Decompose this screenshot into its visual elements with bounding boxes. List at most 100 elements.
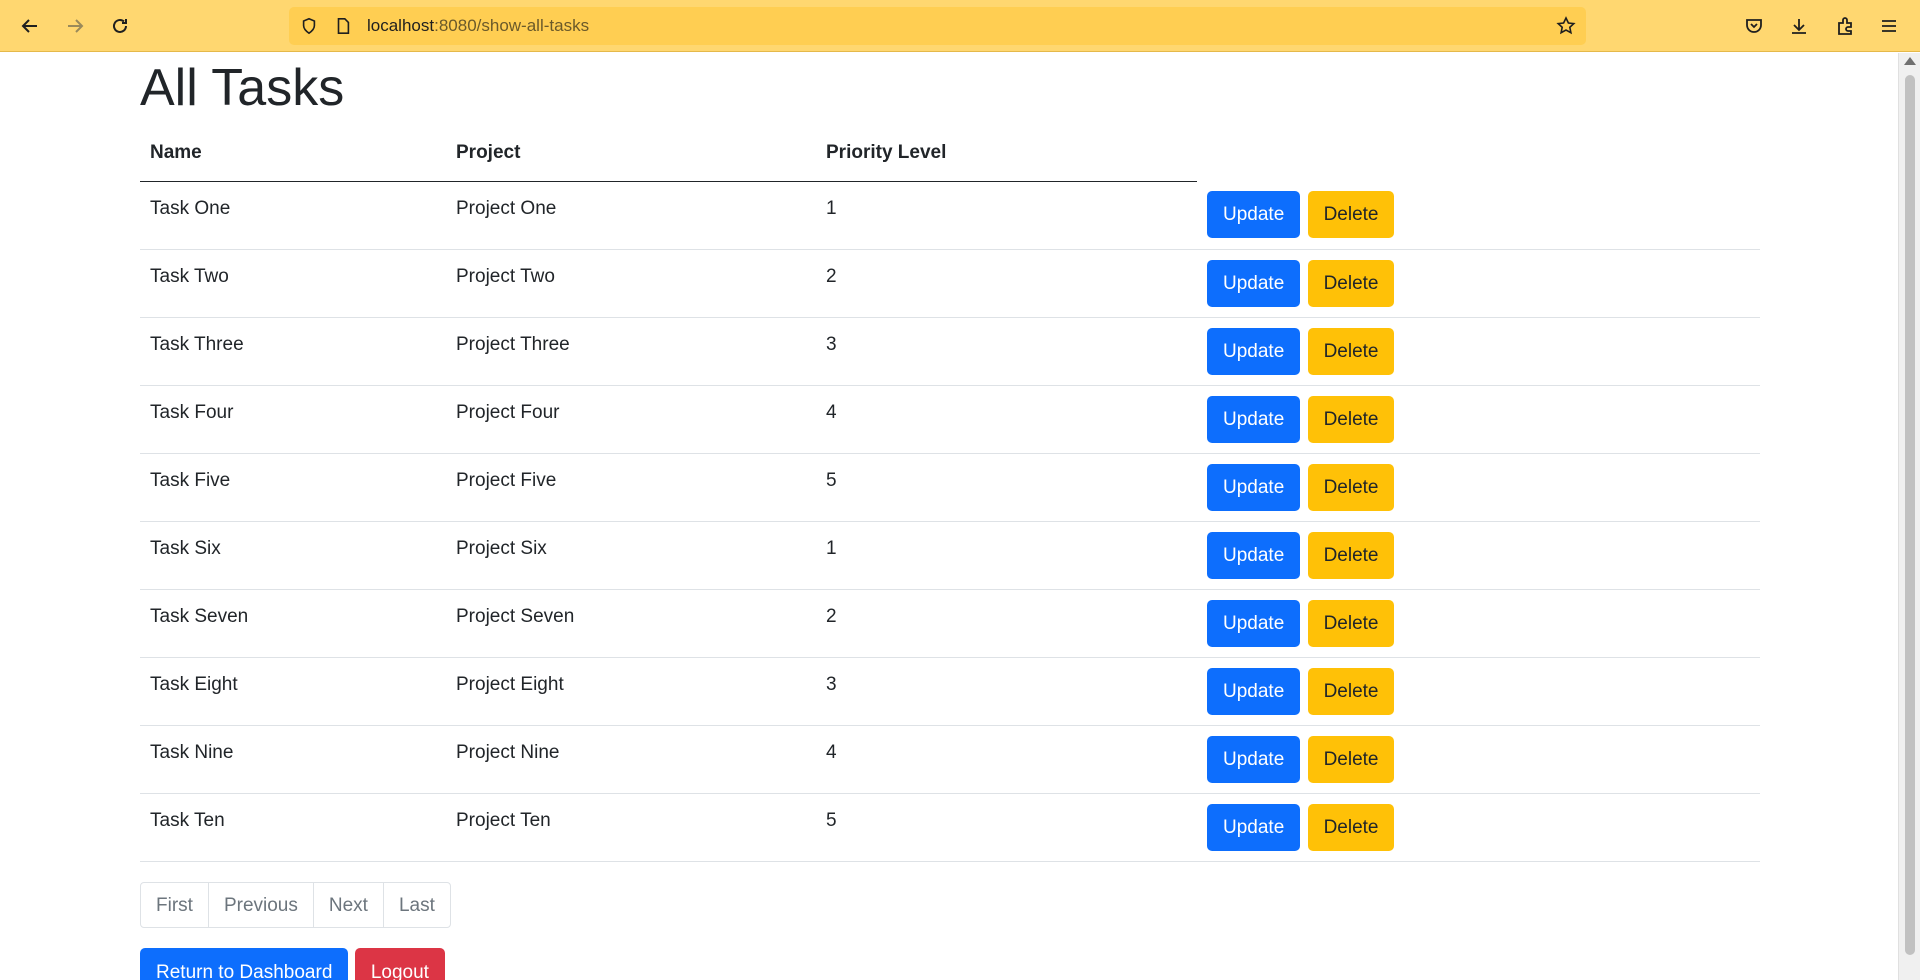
delete-button[interactable]: Delete — [1307, 735, 1395, 783]
task-priority-cell: 4 — [816, 725, 1197, 794]
scroll-up-arrow-icon[interactable] — [1904, 57, 1916, 65]
url-path: :8080/show-all-tasks — [434, 16, 590, 35]
task-priority-cell: 2 — [816, 589, 1197, 658]
table-row: Task Ten Project Ten 5 Update Delete — [140, 793, 1760, 862]
browser-toolbar: localhost:8080/show-all-tasks — [0, 0, 1920, 52]
delete-button[interactable]: Delete — [1307, 599, 1395, 647]
table-header-row: Name Project Priority Level — [140, 131, 1760, 182]
task-name-cell: Task Five — [140, 453, 446, 522]
task-priority-cell: 3 — [816, 657, 1197, 726]
task-project-cell: Project Two — [446, 249, 816, 318]
header-actions — [1197, 131, 1760, 181]
delete-button[interactable]: Delete — [1307, 259, 1395, 307]
table-row: Task Nine Project Nine 4 Update Delete — [140, 725, 1760, 794]
update-button[interactable]: Update — [1207, 735, 1301, 783]
task-priority-cell: 1 — [816, 521, 1197, 590]
table-row: Task Five Project Five 5 Update Delete — [140, 453, 1760, 522]
task-priority-cell: 2 — [816, 249, 1197, 318]
task-name-cell: Task Four — [140, 385, 446, 454]
table-row: Task Eight Project Eight 3 Update Delete — [140, 657, 1760, 726]
header-project: Project — [446, 131, 816, 182]
url-host: localhost — [367, 16, 435, 35]
task-project-cell: Project Nine — [446, 725, 816, 794]
forward-arrow-icon[interactable] — [59, 10, 91, 42]
pagination-first[interactable]: First — [140, 881, 209, 928]
update-button[interactable]: Update — [1207, 259, 1301, 307]
task-actions-cell: Update Delete — [1197, 249, 1760, 318]
delete-button[interactable]: Delete — [1307, 803, 1395, 851]
task-actions-cell: Update Delete — [1197, 725, 1760, 794]
table-row: Task Seven Project Seven 2 Update Delete — [140, 589, 1760, 658]
url-bar[interactable]: localhost:8080/show-all-tasks — [289, 7, 1586, 45]
task-actions-cell: Update Delete — [1197, 317, 1760, 386]
return-to-dashboard-button[interactable]: Return to Dashboard — [140, 947, 349, 980]
pagination-next[interactable]: Next — [312, 881, 384, 928]
header-priority: Priority Level — [816, 131, 1197, 182]
page-content: All Tasks Name Project Priority Level Ta… — [140, 53, 1760, 980]
shield-icon[interactable] — [299, 16, 319, 36]
pocket-icon[interactable] — [1738, 10, 1770, 42]
task-actions-cell: Update Delete — [1197, 589, 1760, 658]
table-row: Task Six Project Six 1 Update Delete — [140, 521, 1760, 590]
task-project-cell: Project Four — [446, 385, 816, 454]
update-button[interactable]: Update — [1207, 327, 1301, 375]
delete-button[interactable]: Delete — [1307, 463, 1395, 511]
delete-button[interactable]: Delete — [1307, 531, 1395, 579]
update-button[interactable]: Update — [1207, 803, 1301, 851]
scroll-thumb[interactable] — [1905, 75, 1915, 955]
update-button[interactable]: Update — [1207, 531, 1301, 579]
table-row: Task Two Project Two 2 Update Delete — [140, 249, 1760, 318]
table-body: Task One Project One 1 Update Delete Task Tw… — [140, 181, 1760, 862]
task-project-cell: Project Five — [446, 453, 816, 522]
task-actions-cell: Update Delete — [1197, 657, 1760, 726]
update-button[interactable]: Update — [1207, 395, 1301, 443]
task-name-cell: Task Eight — [140, 657, 446, 726]
task-priority-cell: 5 — [816, 793, 1197, 862]
delete-button[interactable]: Delete — [1307, 667, 1395, 715]
task-project-cell: Project Six — [446, 521, 816, 590]
update-button[interactable]: Update — [1207, 599, 1301, 647]
delete-button[interactable]: Delete — [1307, 395, 1395, 443]
task-name-cell: Task Seven — [140, 589, 446, 658]
table-row: Task Three Project Three 3 Update Delete — [140, 317, 1760, 386]
task-project-cell: Project Seven — [446, 589, 816, 658]
task-name-cell: Task Three — [140, 317, 446, 386]
task-name-cell: Task Two — [140, 249, 446, 318]
task-priority-cell: 1 — [816, 181, 1197, 250]
delete-button[interactable]: Delete — [1307, 327, 1395, 375]
vertical-scrollbar[interactable] — [1898, 53, 1920, 980]
update-button[interactable]: Update — [1207, 191, 1301, 238]
logout-button[interactable]: Logout — [354, 947, 445, 980]
bottom-actions: Return to Dashboard Logout — [140, 947, 1760, 980]
table-row: Task One Project One 1 Update Delete — [140, 181, 1760, 250]
task-project-cell: Project Eight — [446, 657, 816, 726]
task-name-cell: Task Six — [140, 521, 446, 590]
task-priority-cell: 4 — [816, 385, 1197, 454]
extensions-icon[interactable] — [1829, 10, 1861, 42]
table-row: Task Four Project Four 4 Update Delete — [140, 385, 1760, 454]
task-name-cell: Task Nine — [140, 725, 446, 794]
task-actions-cell: Update Delete — [1197, 521, 1760, 590]
task-priority-cell: 5 — [816, 453, 1197, 522]
task-actions-cell: Update Delete — [1197, 385, 1760, 454]
tasks-table: Name Project Priority Level Task One Proj… — [140, 131, 1760, 862]
url-text[interactable]: localhost:8080/show-all-tasks — [367, 16, 589, 36]
download-icon[interactable] — [1783, 10, 1815, 42]
pagination: First Previous Next Last — [140, 881, 1760, 928]
star-icon[interactable] — [1556, 16, 1576, 36]
task-actions-cell: Update Delete — [1197, 453, 1760, 522]
task-name-cell: Task One — [140, 181, 446, 250]
header-name: Name — [140, 131, 446, 182]
back-arrow-icon[interactable] — [14, 10, 46, 42]
task-actions-cell: Update Delete — [1197, 181, 1760, 250]
pagination-last[interactable]: Last — [382, 881, 451, 928]
update-button[interactable]: Update — [1207, 463, 1301, 511]
task-project-cell: Project One — [446, 181, 816, 250]
task-actions-cell: Update Delete — [1197, 793, 1760, 862]
reload-icon[interactable] — [104, 10, 136, 42]
page-title: All Tasks — [140, 59, 345, 117]
menu-icon[interactable] — [1873, 10, 1905, 42]
update-button[interactable]: Update — [1207, 667, 1301, 715]
delete-button[interactable]: Delete — [1307, 191, 1395, 238]
pagination-previous[interactable]: Previous — [207, 881, 314, 928]
